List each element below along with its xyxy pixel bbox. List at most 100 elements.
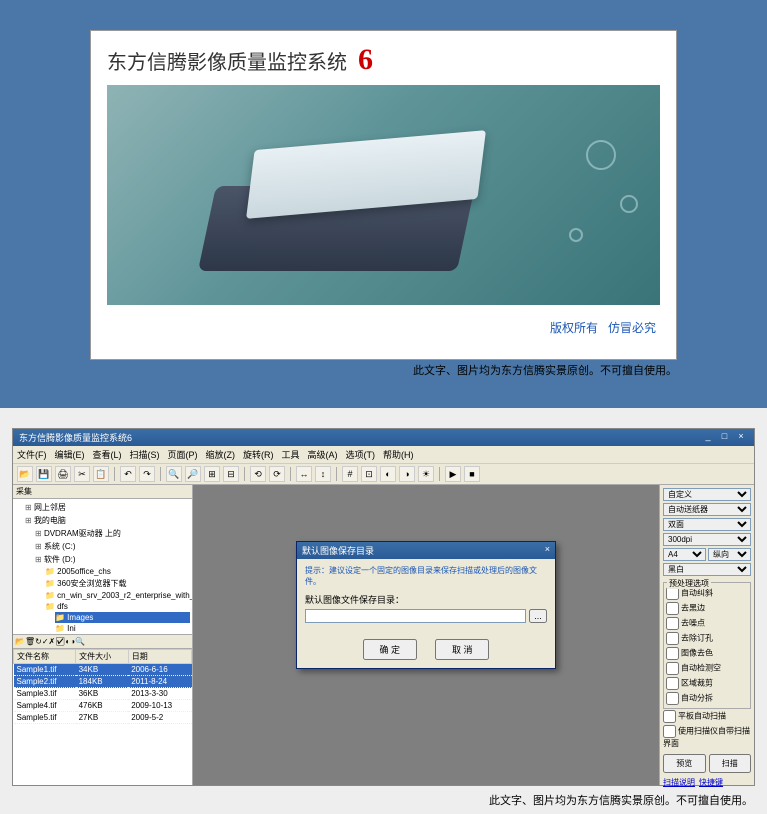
table-row[interactable]: Sample3.tif36KB2013-3-30 [14,688,192,700]
dialog-close-button[interactable]: × [545,544,550,557]
save-dir-input[interactable] [305,609,526,623]
feeder-select[interactable]: 自动送纸器 [663,503,751,516]
option-区域裁剪[interactable]: 区域裁剪 [666,676,748,691]
toolbar-button[interactable]: ↕ [315,466,331,482]
toolbar-button[interactable]: ◑ [399,466,415,482]
column-header[interactable]: 文件名称 [14,650,76,664]
color-select[interactable]: 黑白 [663,563,751,576]
dialog-field-label: 默认图像文件保存目录： [305,593,547,606]
tree-node[interactable]: 📁 cn_win_srv_2003_r2_enterprise_with_sp2 [45,590,190,601]
menu-item[interactable]: 高级(A) [308,450,338,460]
titlebar: 东方信腾影像质量监控系统6 _ □ × [13,429,754,446]
splash-title: 东方信腾影像质量监控系统 6 [91,31,676,85]
group-title: 预处理选项 [667,578,711,589]
dialog-cancel-button[interactable]: 取 消 [435,639,489,660]
tree-node[interactable]: 系统 (C:) [35,540,190,553]
file-toolbar: 📂🗑↻✓✗☑◐◑🔍 [13,634,192,649]
tree-node[interactable]: 📁 2005office_chs [45,566,190,577]
warning-text: 仿冒必究 [608,321,656,335]
toolbar-button[interactable]: 📂 [17,466,33,482]
app-title-text: 东方信腾影像质量监控系统 [107,52,347,74]
menu-item[interactable]: 文件(F) [17,450,47,460]
toolbar-button[interactable]: ⊡ [361,466,377,482]
toolbar-button[interactable]: ⟳ [269,466,285,482]
table-row[interactable]: Sample4.tif476KB2009-10-13 [14,700,192,712]
menu-item[interactable]: 工具 [282,450,300,460]
column-header[interactable]: 文件大小 [76,650,129,664]
toolbar-button[interactable]: ▶ [445,466,461,482]
扫描-button[interactable]: 扫描 [709,754,752,773]
minimize-button[interactable]: _ [701,431,715,441]
option-去黑边[interactable]: 去黑边 [666,601,748,616]
column-header[interactable]: 日期 [128,650,191,664]
tree-node[interactable]: 软件 (D:) [35,553,190,566]
table-row[interactable]: Sample1.tif34KB2006-6-16 [14,664,192,676]
dialog-ok-button[interactable]: 确 定 [363,639,417,660]
menu-item[interactable]: 编辑(E) [55,450,85,460]
tree-node[interactable]: 网上邻居 [25,501,190,514]
option-自动分拆[interactable]: 自动分拆 [666,691,748,706]
help-link[interactable]: 扫描说明 [663,778,695,787]
预览-button[interactable]: 预览 [663,754,706,773]
menu-item[interactable]: 缩放(Z) [206,450,236,460]
toolbar-button[interactable]: 🖨 [55,466,71,482]
menu-item[interactable]: 扫描(S) [130,450,160,460]
tree-node[interactable]: 📁 360安全浏览器下载 [45,577,190,590]
table-row[interactable]: Sample5.tif27KB2009-5-2 [14,712,192,724]
profile-select[interactable]: 自定义 [663,488,751,501]
copyright-text: 版权所有 [550,321,598,335]
toolbar-button[interactable]: ↔ [296,466,312,482]
tree-header: 采集 [13,485,192,499]
toolbar-button[interactable]: ◐ [380,466,396,482]
toolbar-button[interactable]: 🔎 [185,466,201,482]
tree-node[interactable]: 📁 Images [55,612,190,623]
check-option[interactable]: 使用扫描仪自带扫描界面 [663,724,751,750]
toolbar-button[interactable]: 💾 [36,466,52,482]
orient-select[interactable]: 纵向 [708,548,751,561]
table-row[interactable]: Sample2.tif184KB2011-8-24 [14,676,192,688]
tree-node[interactable]: 📁 dfs [45,601,190,612]
option-去除订孔[interactable]: 去除订孔 [666,631,748,646]
tree-node[interactable]: DVDRAM驱动器 上的 [35,527,190,540]
file-toolbar-button[interactable]: ☑ [55,637,65,646]
splash-disclaimer: 此文字、图片均为东方信腾实景原创。不可擅自使用。 [90,362,677,378]
tree-node[interactable]: 我的电脑 [25,514,190,527]
file-toolbar-button[interactable]: ↻ [35,637,42,646]
version-number: 6 [358,43,373,76]
help-link[interactable]: 快捷键 [699,778,723,787]
dpi-select[interactable]: 300dpi [663,533,751,546]
maximize-button[interactable]: □ [717,431,731,441]
menu-item[interactable]: 页面(P) [168,450,198,460]
file-toolbar-button[interactable]: 🗑 [25,637,35,646]
side-select[interactable]: 双面 [663,518,751,531]
save-dir-dialog: 默认图像保存目录 × 提示：建议设定一个固定的图像目录来保存扫描或处理后的图像文… [296,541,556,669]
toolbar-button[interactable]: ↶ [120,466,136,482]
toolbar-button[interactable]: ■ [464,466,480,482]
toolbar-button[interactable]: ⟲ [250,466,266,482]
toolbar-button[interactable]: 📋 [93,466,109,482]
option-图像去色[interactable]: 图像去色 [666,646,748,661]
menu-item[interactable]: 选项(T) [346,450,376,460]
file-toolbar-button[interactable]: ✓ [42,637,49,646]
toolbar-button[interactable]: ⊟ [223,466,239,482]
size-select[interactable]: A4 [663,548,706,561]
option-自动检测空[interactable]: 自动检测空 [666,661,748,676]
toolbar-button[interactable]: ⊞ [204,466,220,482]
menu-item[interactable]: 帮助(H) [383,450,414,460]
menu-item[interactable]: 旋转(R) [243,450,274,460]
file-toolbar-button[interactable]: 📂 [15,637,25,646]
menu-item[interactable]: 查看(L) [93,450,122,460]
toolbar-button[interactable]: 🔍 [166,466,182,482]
check-option[interactable]: 平板自动扫描 [663,709,751,724]
close-button[interactable]: × [734,431,748,441]
toolbar-button[interactable]: ↷ [139,466,155,482]
option-去噪点[interactable]: 去噪点 [666,616,748,631]
browse-button[interactable]: ... [529,609,547,623]
file-toolbar-button[interactable]: 🔍 [75,637,85,646]
file-list[interactable]: 文件名称文件大小日期Sample1.tif34KB2006-6-16Sample… [13,649,192,785]
folder-tree[interactable]: 网上邻居我的电脑DVDRAM驱动器 上的系统 (C:)软件 (D:)📁 2005… [13,499,192,634]
toolbar-button[interactable]: # [342,466,358,482]
toolbar-button[interactable]: ✂ [74,466,90,482]
toolbar-button[interactable]: ☀ [418,466,434,482]
tree-node[interactable]: 📁 Ini [55,623,190,634]
